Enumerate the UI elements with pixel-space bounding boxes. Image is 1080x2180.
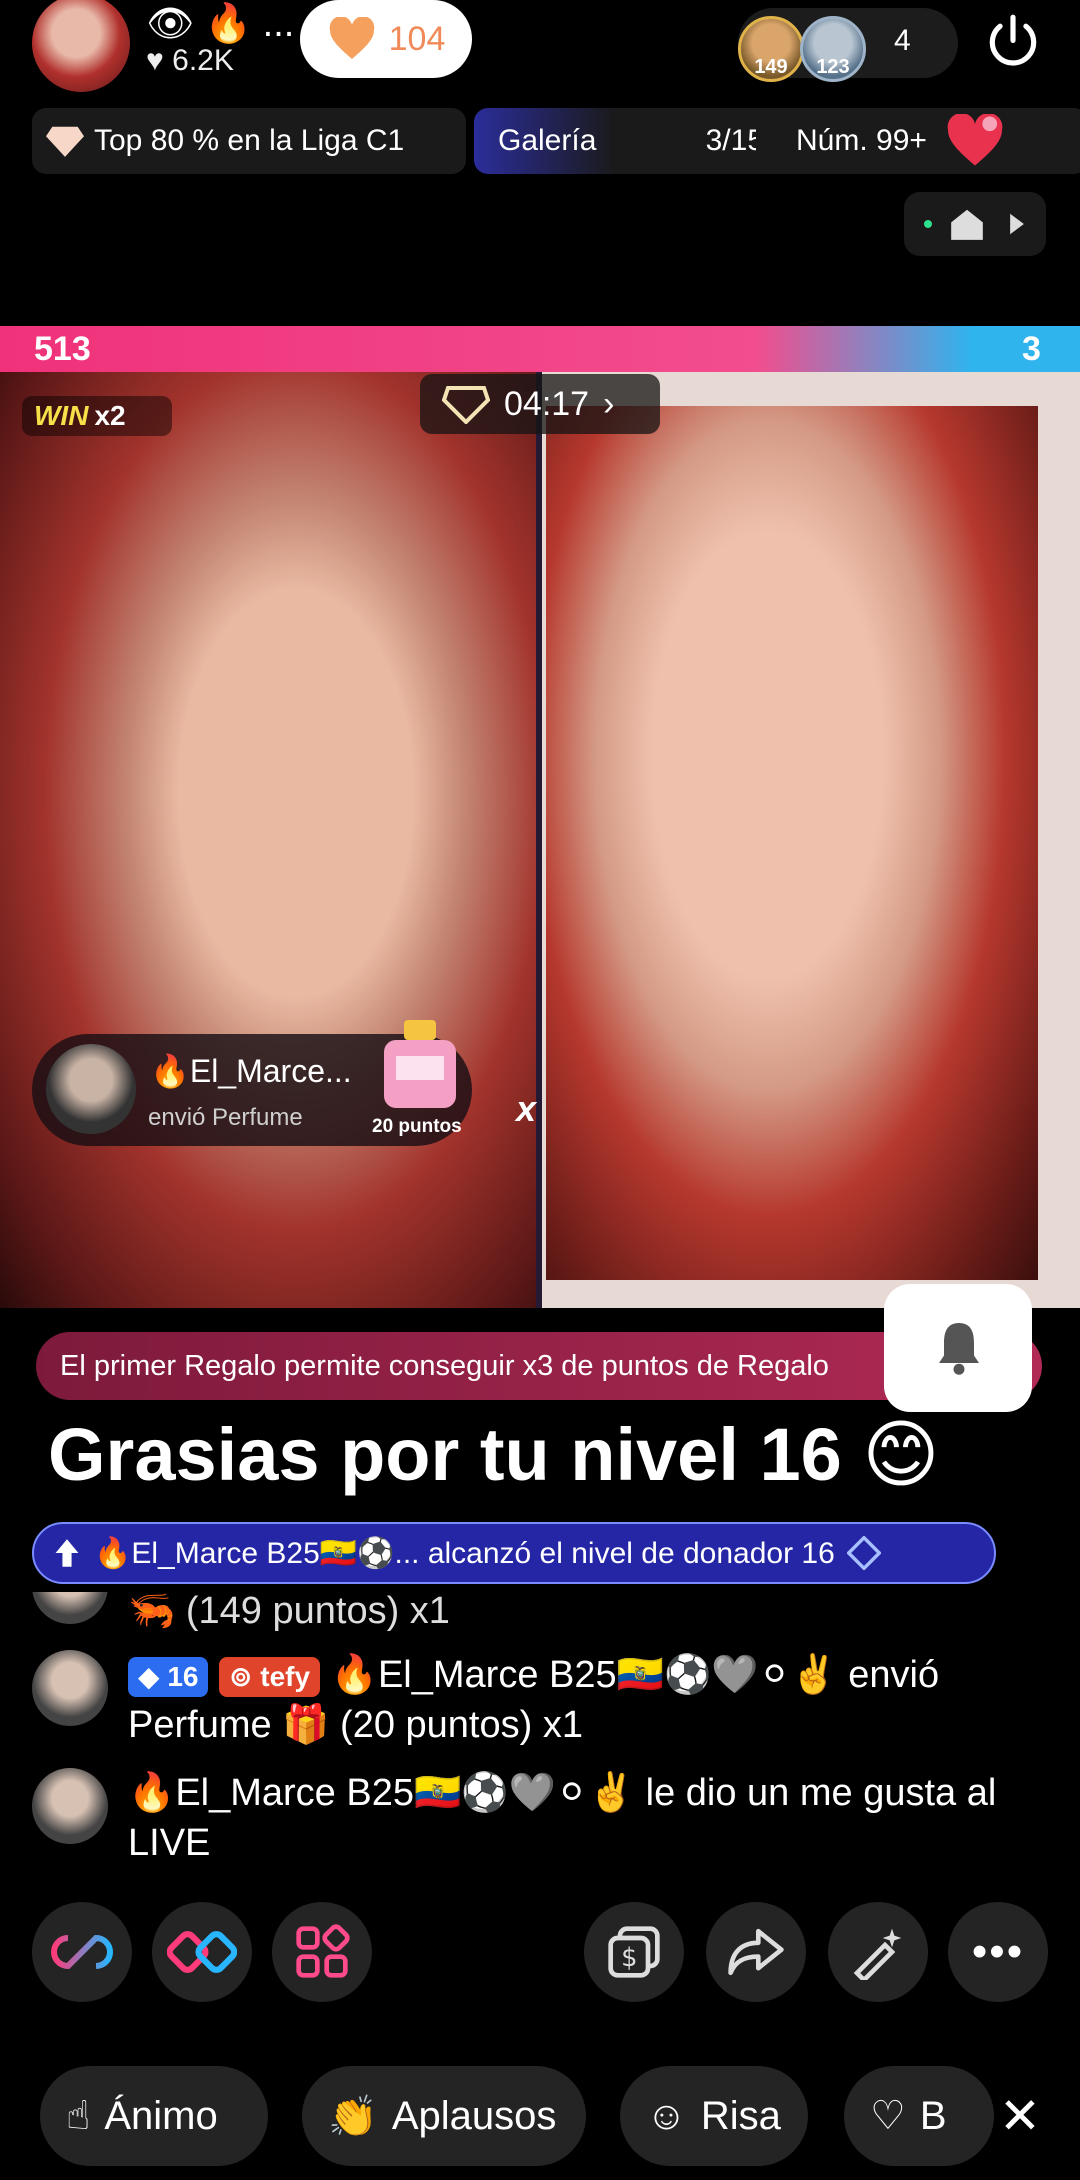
perfume-gift-icon xyxy=(384,1020,456,1108)
gifter-name: 🔥El_Marce... xyxy=(150,1053,352,1089)
chat-text: 🔥El_Marce B25🇪🇨⚽🩶⚪✌️ le dio un me gusta … xyxy=(128,1772,997,1864)
viewer-avatar[interactable]: 123 xyxy=(800,16,866,82)
dollar-card-icon: $ xyxy=(608,1926,660,1978)
viewer-count: 4 xyxy=(894,24,911,57)
grid-icon xyxy=(296,1924,350,1978)
host-likes: ♥ 6.2K xyxy=(146,44,234,77)
left-score: 513 xyxy=(34,330,91,368)
cheer-icon: ☝ xyxy=(66,2094,91,2138)
win-streak-badge: WIN x2 xyxy=(22,396,172,436)
battle-timer[interactable]: 04:17 › xyxy=(420,374,660,434)
chat-avatar[interactable] xyxy=(32,1768,108,1844)
host-stats: 👁 🔥 ... xyxy=(146,3,295,45)
link-guest-button[interactable] xyxy=(32,1902,132,2002)
right-score: 3 xyxy=(1022,330,1041,368)
reaction-heart-button[interactable]: ♡ B xyxy=(844,2066,994,2166)
viewer-list[interactable]: 149 123 4 xyxy=(738,8,958,82)
donor-level-notice: 🔥El_Marce B25🇪🇨⚽... alcanzó el nivel de … xyxy=(32,1522,996,1584)
fan-club-name: tefy xyxy=(260,1660,311,1692)
bell-icon xyxy=(939,1323,979,1375)
win-multiplier: x2 xyxy=(94,400,126,431)
gallery-label: Galería xyxy=(498,124,597,157)
rank-chip[interactable]: Núm. 99+ xyxy=(756,108,1080,174)
reaction-label: Ánimo xyxy=(104,2093,218,2138)
host-avatar[interactable] xyxy=(32,0,130,92)
reaction-label: B xyxy=(919,2093,947,2138)
stream-title-overlay: Grasias por tu nivel 16 😊 xyxy=(48,1413,940,1496)
clap-icon: 👏 xyxy=(328,2094,378,2139)
win-label: WIN xyxy=(34,400,89,431)
viewer-badge: 123 xyxy=(816,56,850,78)
reaction-aplausos-button[interactable]: 👏 Aplausos xyxy=(302,2066,586,2166)
battle-icon xyxy=(167,1931,237,1973)
level-badge: ◆ 16 xyxy=(128,1656,209,1697)
league-label: Top 80 % en la Liga C1 xyxy=(94,124,405,157)
gift-points: 20 puntos xyxy=(372,1116,462,1137)
heart-icon xyxy=(329,17,374,59)
right-stream-video[interactable] xyxy=(540,372,1080,1308)
gift-action: envió Perfume xyxy=(148,1104,303,1131)
effects-button[interactable] xyxy=(828,1902,928,2002)
trophy-icon xyxy=(442,386,490,424)
right-stream-image xyxy=(546,406,1038,1280)
gift-toast: 🔥El_Marce... envió Perfume 20 puntos xyxy=(32,1020,472,1146)
timer-text: 04:17 xyxy=(504,384,590,423)
home-icon xyxy=(951,209,983,240)
rank-label: Núm. 99+ xyxy=(796,124,927,157)
battle-button[interactable] xyxy=(152,1902,252,2002)
reaction-risa-button[interactable]: ☺ Risa xyxy=(620,2066,808,2166)
chat-body: ◆ 16 ⊚ tefy 🔥El_Marce B25🇪🇨⚽🩶⚪✌️ envió P… xyxy=(128,1650,1058,1750)
infinity-link-icon xyxy=(51,1934,113,1970)
svg-text:$: $ xyxy=(621,1943,637,1973)
viewer-avatar[interactable]: 149 xyxy=(738,16,804,82)
stream-divider xyxy=(536,372,542,1308)
reaction-label: Risa xyxy=(700,2093,781,2138)
laugh-icon: ☺ xyxy=(646,2093,687,2138)
chat-message: 🔥El_Marce B25🇪🇨⚽🩶⚪✌️ le dio un me gusta … xyxy=(32,1768,1052,1878)
close-icon[interactable]: ✕ xyxy=(992,2088,1048,2144)
fan-club-badge: ⊚ tefy xyxy=(219,1656,321,1697)
notification-bell-button[interactable] xyxy=(884,1284,1032,1412)
power-icon[interactable] xyxy=(982,12,1044,74)
reaction-label: Aplausos xyxy=(391,2093,557,2138)
heart-count: 104 xyxy=(388,19,446,58)
chat-message: ◆ 16 ⊚ tefy 🔥El_Marce B25🇪🇨⚽🩶⚪✌️ envió P… xyxy=(32,1650,1052,1770)
gifter-avatar xyxy=(46,1044,136,1134)
arrow-up-icon xyxy=(55,1539,79,1567)
left-stream-video[interactable] xyxy=(0,372,538,1308)
gallery-chip[interactable]: Galería 3/15 xyxy=(474,108,788,174)
diamond-icon xyxy=(46,126,84,157)
viewer-badge: 149 xyxy=(754,56,788,78)
reaction-animo-button[interactable]: ☝ Ánimo xyxy=(40,2066,268,2166)
share-arrow-icon xyxy=(728,1928,784,1976)
heart-button[interactable]: 104 xyxy=(300,0,472,78)
battle-score-bar: 513 3 xyxy=(0,326,1080,372)
more-dots-icon: ••• xyxy=(971,1927,1025,1976)
vs-mark: x xyxy=(516,1088,537,1129)
chat-text: 🦐 (149 puntos) x1 xyxy=(128,1592,450,1632)
play-icon xyxy=(1010,213,1024,235)
share-button[interactable] xyxy=(706,1902,806,2002)
magic-wand-icon xyxy=(853,1928,902,1980)
chat-avatar[interactable] xyxy=(32,1650,108,1726)
heart-cupid-icon xyxy=(947,114,1003,166)
league-chip[interactable]: Top 80 % en la Liga C1 xyxy=(32,108,466,174)
live-tools-chip[interactable] xyxy=(904,192,1046,256)
heart-outline-icon: ♡ xyxy=(870,2094,906,2138)
more-options-button[interactable]: ••• xyxy=(948,1902,1048,2002)
chat-avatar[interactable] xyxy=(32,1592,108,1624)
diamond-level-icon xyxy=(846,1536,881,1570)
banner-text: El primer Regalo permite conseguir x3 de… xyxy=(60,1349,829,1382)
gift-coins-button[interactable]: $ xyxy=(584,1902,684,2002)
chevron-right-icon: › xyxy=(603,384,615,423)
level-notice-text: 🔥El_Marce B25🇪🇨⚽... alcanzó el nivel de … xyxy=(94,1536,835,1570)
more-apps-button[interactable] xyxy=(272,1902,372,2002)
chat-message: 🦐 (149 puntos) x1 xyxy=(32,1592,1052,1632)
status-dot xyxy=(924,220,932,228)
level-badge-value: 16 xyxy=(167,1660,199,1692)
